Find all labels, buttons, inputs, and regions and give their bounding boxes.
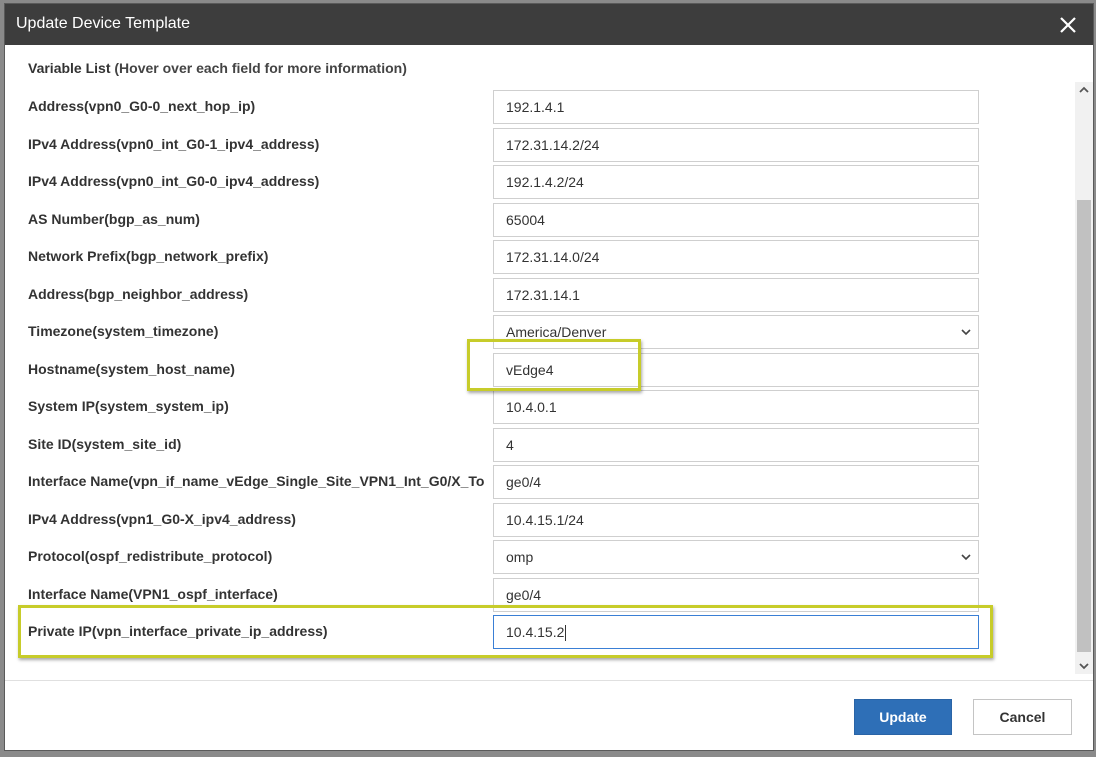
variable-input[interactable]: 10.4.15.1/24	[493, 502, 979, 537]
variable-input[interactable]: 65004	[493, 202, 979, 237]
variable-row: IPv4 Address(vpn0_int_G0-1_ipv4_address)…	[5, 126, 1073, 163]
text-cursor	[565, 625, 567, 642]
footer-divider	[5, 680, 1093, 681]
variable-label: Protocol(ospf_redistribute_protocol)	[28, 548, 273, 564]
variable-label: Address(vpn0_G0-0_next_hop_ip)	[28, 98, 256, 114]
variable-row: Protocol(ospf_redistribute_protocol) omp	[5, 538, 1073, 575]
close-button[interactable]	[1053, 10, 1083, 40]
variable-input[interactable]: ge0/4	[493, 577, 979, 612]
chevron-down-icon	[961, 554, 971, 561]
scrollbar[interactable]	[1075, 82, 1093, 674]
variable-label: Interface Name(VPN1_ospf_interface)	[28, 585, 278, 602]
variable-row: Address(bgp_neighbor_address) 172.31.14.1	[5, 276, 1073, 313]
variable-select[interactable]: omp	[493, 540, 979, 574]
field-value: 172.31.14.1	[506, 286, 580, 303]
field-value: vEdge4	[506, 361, 554, 378]
update-button[interactable]: Update	[854, 699, 952, 735]
chevron-down-icon	[961, 329, 971, 336]
field-value: 65004	[506, 211, 545, 228]
variable-label: Site ID(system_site_id)	[28, 435, 182, 452]
variable-list: Address(vpn0_G0-0_next_hop_ip) 192.1.4.1 I…	[5, 84, 1073, 676]
close-icon	[1060, 17, 1076, 33]
variable-label: Interface Name(vpn_if_name_vEdge_Single_…	[28, 473, 485, 489]
field-value: ge0/4	[506, 586, 542, 603]
dialog-title: Update Device Template	[16, 15, 191, 32]
variable-row: Site ID(system_site_id) 4	[5, 426, 1073, 463]
variable-label: AS Number(bgp_as_num)	[28, 210, 200, 227]
field-value: ge0/4	[506, 474, 542, 490]
field-value: 10.4.15.2	[506, 624, 565, 640]
variable-row: IPv4 Address(vpn0_int_G0-0_ipv4_address)…	[5, 163, 1073, 200]
variable-row: Interface Name(vpn_if_name_vEdge_Single_…	[5, 463, 1073, 500]
variable-row: IPv4 Address(vpn1_G0-X_ipv4_address) 10.4…	[5, 501, 1073, 538]
chevron-up-icon	[1079, 86, 1089, 93]
variable-label: Timezone(system_timezone)	[28, 323, 219, 339]
dialog-titlebar: Update Device Template	[5, 4, 1093, 45]
variable-input[interactable]: 10.4.15.2	[493, 615, 979, 649]
variable-row: Network Prefix(bgp_network_prefix) 172.31…	[5, 238, 1073, 275]
variable-input[interactable]: 192.1.4.1	[493, 90, 979, 124]
field-value: America/Denver	[506, 324, 607, 340]
variable-input[interactable]: vEdge4	[493, 352, 979, 387]
variable-row: AS Number(bgp_as_num) 65004	[5, 201, 1073, 238]
field-value: 4	[506, 436, 514, 453]
chevron-down-icon	[1079, 663, 1089, 670]
variable-label: IPv4 Address(vpn0_int_G0-1_ipv4_address)	[28, 135, 320, 152]
variable-input[interactable]: 10.4.0.1	[493, 390, 979, 424]
variable-label: Address(bgp_neighbor_address)	[28, 285, 249, 302]
cancel-button[interactable]: Cancel	[973, 699, 1072, 735]
variable-input[interactable]: ge0/4	[493, 465, 979, 499]
variable-input[interactable]: 192.1.4.2/24	[493, 165, 979, 199]
variable-row: Hostname(system_host_name) vEdge4	[5, 351, 1073, 388]
variable-list-hint: (Hover over each field for more informat…	[114, 60, 407, 76]
scroll-thumb[interactable]	[1077, 200, 1091, 652]
variable-label: Hostname(system_host_name)	[28, 360, 235, 377]
variable-list-title: Variable List	[28, 60, 111, 76]
variable-input[interactable]: 4	[493, 427, 979, 462]
field-value: 172.31.14.0/24	[506, 249, 600, 265]
variable-row: Timezone(system_timezone) America/Denver	[5, 313, 1073, 350]
variable-label: IPv4 Address(vpn1_G0-X_ipv4_address)	[28, 510, 296, 527]
variable-label: System IP(system_system_ip)	[28, 398, 229, 414]
field-value: 10.4.15.1/24	[506, 511, 584, 528]
variable-row: Interface Name(VPN1_ospf_interface) ge0/4	[5, 576, 1073, 613]
variable-row: Address(vpn0_G0-0_next_hop_ip) 192.1.4.1	[5, 88, 1073, 125]
update-device-template-dialog: Update Device Template Variable List (Ho…	[4, 3, 1094, 751]
variable-input[interactable]: 172.31.14.2/24	[493, 127, 979, 162]
variable-input[interactable]: 172.31.14.1	[493, 277, 979, 312]
scroll-down-button[interactable]	[1075, 658, 1093, 674]
field-value: omp	[506, 549, 534, 565]
variable-row: Private IP(vpn_interface_private_ip_addr…	[5, 613, 1073, 650]
scroll-up-button[interactable]	[1075, 82, 1093, 98]
variable-label: Private IP(vpn_interface_private_ip_addr…	[28, 623, 328, 639]
variable-row: System IP(system_system_ip) 10.4.0.1	[5, 388, 1073, 425]
field-value: 10.4.0.1	[506, 399, 557, 415]
variable-label: Network Prefix(bgp_network_prefix)	[28, 248, 269, 264]
variable-list-heading: Variable List (Hover over each field for…	[28, 60, 407, 76]
variable-input[interactable]: 172.31.14.0/24	[493, 240, 979, 274]
variable-select[interactable]: America/Denver	[493, 315, 979, 349]
field-value: 192.1.4.1	[506, 99, 565, 115]
field-value: 172.31.14.2/24	[506, 136, 600, 153]
field-value: 192.1.4.2/24	[506, 174, 584, 190]
variable-label: IPv4 Address(vpn0_int_G0-0_ipv4_address)	[28, 173, 320, 189]
